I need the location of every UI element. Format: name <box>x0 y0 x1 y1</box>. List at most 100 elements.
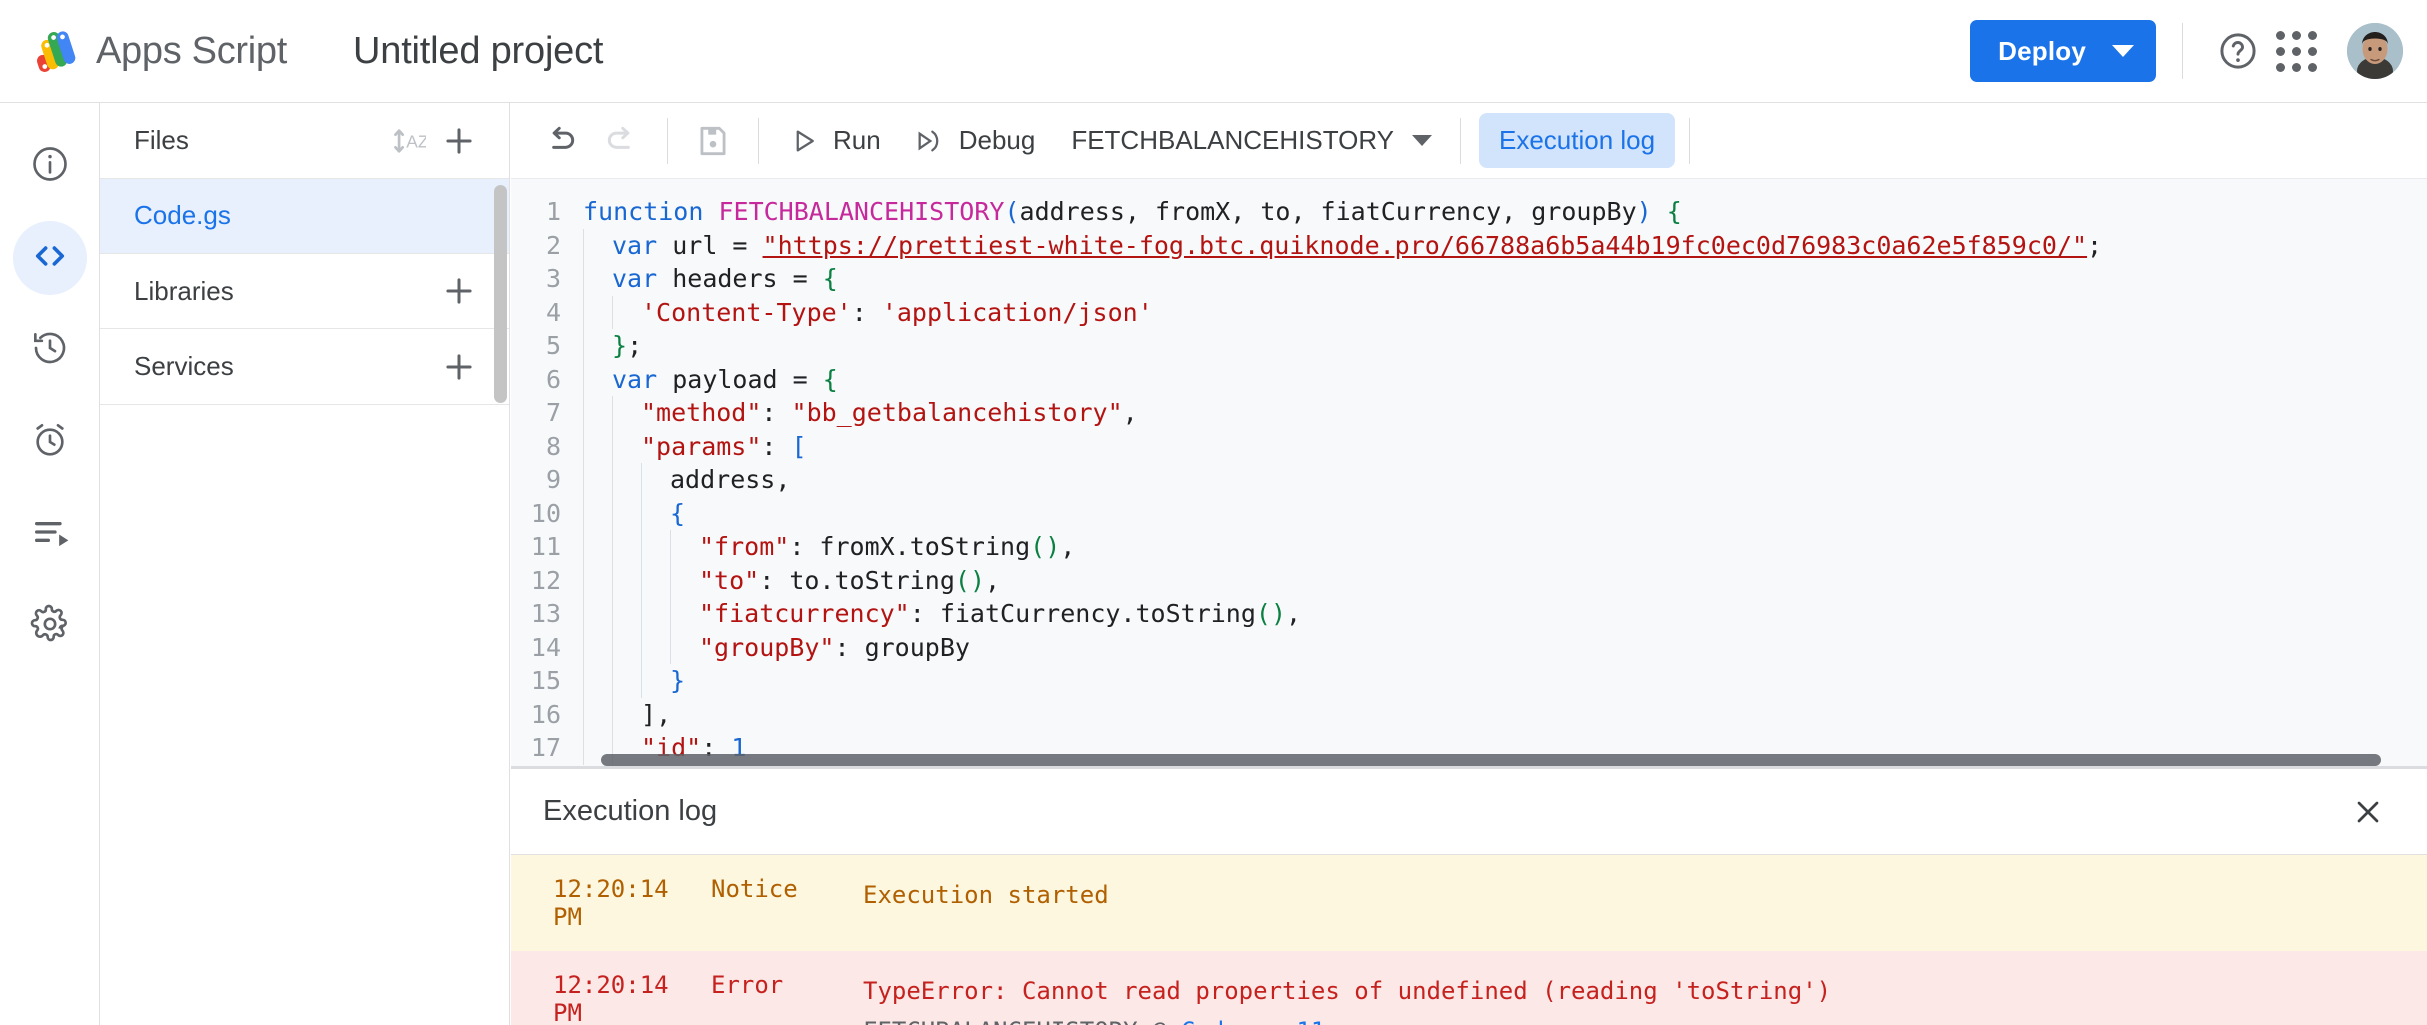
code-text: "to": to.toString(), <box>699 564 1000 598</box>
indent-guides <box>583 463 670 497</box>
sidebar-item-editor[interactable] <box>13 221 87 295</box>
project-title[interactable]: Untitled project <box>353 30 603 73</box>
undo-icon[interactable] <box>529 110 591 172</box>
indent-guides <box>583 262 612 296</box>
apps-grid-icon[interactable] <box>2267 22 2325 80</box>
indent-guides <box>583 631 699 665</box>
code-text: var headers = { <box>612 262 838 296</box>
indent-guides <box>583 396 641 430</box>
apps-script-window: Apps Script Untitled project Deploy <box>0 0 2427 1025</box>
code-text: address, <box>670 463 790 497</box>
log-message: TypeError: Cannot read properties of und… <box>821 971 2427 1025</box>
deploy-button[interactable]: Deploy <box>1970 20 2156 82</box>
header-actions: Deploy <box>1970 20 2403 82</box>
files-panel: Files AZ Code.gs Libraries <box>100 103 510 1025</box>
editor-toolbar: Run Debug FETCHBALANCEHISTORY Execution … <box>511 103 2427 179</box>
gear-icon <box>30 604 70 649</box>
indent-guides <box>583 229 612 263</box>
save-icon[interactable] <box>682 110 744 172</box>
left-nav-rail <box>0 103 100 1025</box>
log-entry-error: 12:20:14 PMErrorTypeError: Cannot read p… <box>511 951 2427 1025</box>
debug-button[interactable]: Debug <box>897 110 1052 172</box>
indent-guides <box>583 497 670 531</box>
sidebar-item-overview[interactable] <box>13 129 87 203</box>
apps-script-logo-icon <box>26 23 82 79</box>
function-selector[interactable]: FETCHBALANCEHISTORY <box>1051 110 1446 172</box>
code-line: 9 address, <box>511 463 2427 497</box>
execution-log-title: Execution log <box>543 795 717 828</box>
chevron-down-icon <box>2112 45 2134 57</box>
alarm-clock-icon <box>30 420 70 465</box>
indent-guides <box>583 430 641 464</box>
file-list-item-code-gs[interactable]: Code.gs <box>100 179 509 253</box>
line-number: 11 <box>511 530 583 564</box>
code-text: { <box>670 497 685 531</box>
help-icon[interactable] <box>2209 22 2267 80</box>
code-text: "params": [ <box>641 430 807 464</box>
code-line: 16], <box>511 698 2427 732</box>
close-icon[interactable] <box>2339 783 2397 841</box>
code-line: 15} <box>511 664 2427 698</box>
header-divider <box>2182 23 2183 79</box>
sidebar-item-execution-list[interactable] <box>13 497 87 571</box>
code-text: "method": "bb_getbalancehistory", <box>641 396 1138 430</box>
line-number: 8 <box>511 430 583 464</box>
files-section-header: Files AZ <box>100 103 509 179</box>
code-brackets-icon <box>29 235 71 282</box>
add-library-icon[interactable] <box>433 265 485 317</box>
sort-az-icon[interactable]: AZ <box>381 115 433 167</box>
indent-guides <box>583 363 612 397</box>
editor-horizontal-scrollbar[interactable] <box>601 754 2381 766</box>
line-number: 1 <box>511 195 583 229</box>
code-line: 3var headers = { <box>511 262 2427 296</box>
services-header-label: Services <box>134 351 234 382</box>
code-text: var url = "https://prettiest-white-fog.b… <box>612 229 2102 263</box>
code-line: 13 "fiatcurrency": fiatCurrency.toString(… <box>511 597 2427 631</box>
toolbar-divider <box>667 118 668 164</box>
toolbar-divider-2 <box>758 118 759 164</box>
services-section-header[interactable]: Services <box>100 329 509 405</box>
toolbar-divider-4 <box>1689 118 1690 164</box>
log-source-link[interactable]: Code.gs:11 <box>1181 1017 1326 1025</box>
sidebar-item-project-settings[interactable] <box>13 589 87 663</box>
libraries-section-header[interactable]: Libraries <box>100 253 509 329</box>
indent-guides <box>583 597 699 631</box>
code-text: var payload = { <box>612 363 838 397</box>
add-service-icon[interactable] <box>433 341 485 393</box>
sidebar-item-executions-history[interactable] <box>13 313 87 387</box>
debug-button-label: Debug <box>959 125 1036 156</box>
log-timestamp: 12:20:14 PM <box>511 971 711 1025</box>
code-text: "from": fromX.toString(), <box>699 530 1075 564</box>
redo-icon[interactable] <box>591 110 653 172</box>
files-panel-scrollbar[interactable] <box>494 185 507 403</box>
code-line: 4 'Content-Type': 'application/json' <box>511 296 2427 330</box>
indent-guides <box>583 530 699 564</box>
line-number: 7 <box>511 396 583 430</box>
line-number: 13 <box>511 597 583 631</box>
execution-log-header: Execution log <box>511 769 2427 855</box>
line-number: 10 <box>511 497 583 531</box>
code-line: 7 "method": "bb_getbalancehistory", <box>511 396 2427 430</box>
code-text: 'Content-Type': 'application/json' <box>641 296 1153 330</box>
add-file-icon[interactable] <box>433 115 485 167</box>
svg-text:AZ: AZ <box>406 131 426 151</box>
code-lines: 1function FETCHBALANCEHISTORY(address, f… <box>511 179 2427 765</box>
line-number: 15 <box>511 664 583 698</box>
indent-guides <box>583 664 670 698</box>
line-number: 9 <box>511 463 583 497</box>
code-text: function FETCHBALANCEHISTORY(address, fr… <box>583 195 1682 229</box>
tab-execution-log[interactable]: Execution log <box>1479 113 1675 168</box>
code-line: 1function FETCHBALANCEHISTORY(address, f… <box>511 195 2427 229</box>
log-timestamp: 12:20:14 PM <box>511 875 711 931</box>
run-button[interactable]: Run <box>773 110 897 172</box>
sidebar-item-triggers[interactable] <box>13 405 87 479</box>
code-text: "fiatcurrency": fiatCurrency.toString(), <box>699 597 1301 631</box>
code-text: }; <box>612 329 642 363</box>
user-avatar[interactable] <box>2347 23 2403 79</box>
app-header: Apps Script Untitled project Deploy <box>0 0 2427 103</box>
debug-icon <box>913 125 945 157</box>
log-level: Notice <box>711 875 821 931</box>
info-circle-icon <box>30 144 70 189</box>
line-number: 4 <box>511 296 583 330</box>
code-surface[interactable]: 1function FETCHBALANCEHISTORY(address, f… <box>511 179 2427 769</box>
